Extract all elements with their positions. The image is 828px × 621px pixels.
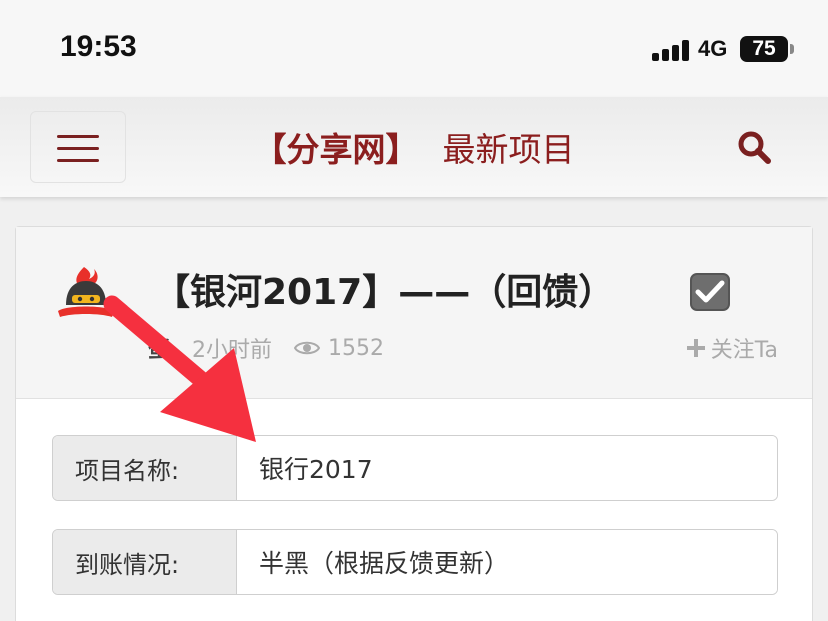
section-title: 最新项目	[442, 130, 575, 169]
menu-button[interactable]	[30, 111, 126, 183]
helmet-avatar-icon[interactable]	[56, 265, 116, 325]
field-value: 半黑（根据反馈更新）	[237, 530, 777, 594]
eye-icon	[294, 341, 321, 355]
post-header: 【银河2017】——（回馈） 蛋 2小时前 1552 关注Ta	[16, 227, 812, 399]
view-count: 1552	[294, 336, 384, 361]
search-icon	[738, 131, 771, 164]
follow-label: 关注Ta	[710, 338, 778, 363]
author-name[interactable]: 蛋	[148, 332, 170, 364]
follow-button[interactable]: 关注Ta	[686, 332, 778, 364]
project-name-field: 项目名称: 银行2017	[52, 435, 778, 501]
battery-level: 75	[752, 37, 776, 60]
post-time: 2小时前	[192, 338, 273, 363]
battery-nub	[790, 44, 794, 54]
post-title: 【银河2017】——（回馈）	[154, 272, 615, 313]
post-meta: 蛋 2小时前 1552	[148, 332, 384, 364]
search-button[interactable]	[736, 129, 772, 165]
checkbox-checked-icon[interactable]	[690, 273, 730, 311]
site-brand[interactable]: 【分享网】	[254, 123, 419, 171]
hamburger-line	[57, 159, 99, 162]
checkmark-icon	[695, 280, 725, 303]
status-time: 19:53	[60, 30, 137, 63]
field-label: 到账情况:	[53, 530, 237, 594]
status-bar: 19:53 4G 75	[0, 0, 828, 97]
field-label: 项目名称:	[53, 436, 237, 500]
network-type: 4G	[698, 36, 728, 61]
payment-status-field: 到账情况: 半黑（根据反馈更新）	[52, 529, 778, 595]
post-card: 【银河2017】——（回馈） 蛋 2小时前 1552 关注Ta 项目名称: 银行…	[15, 226, 813, 621]
hamburger-menu-icon	[57, 135, 99, 138]
hamburger-line	[57, 147, 99, 150]
view-count-value: 1552	[328, 335, 385, 361]
site-header: 【分享网】 最新项目	[0, 97, 828, 197]
battery-icon: 75	[740, 36, 788, 62]
field-value: 银行2017	[237, 436, 777, 500]
signal-icon	[652, 39, 692, 61]
plus-icon	[686, 339, 705, 357]
